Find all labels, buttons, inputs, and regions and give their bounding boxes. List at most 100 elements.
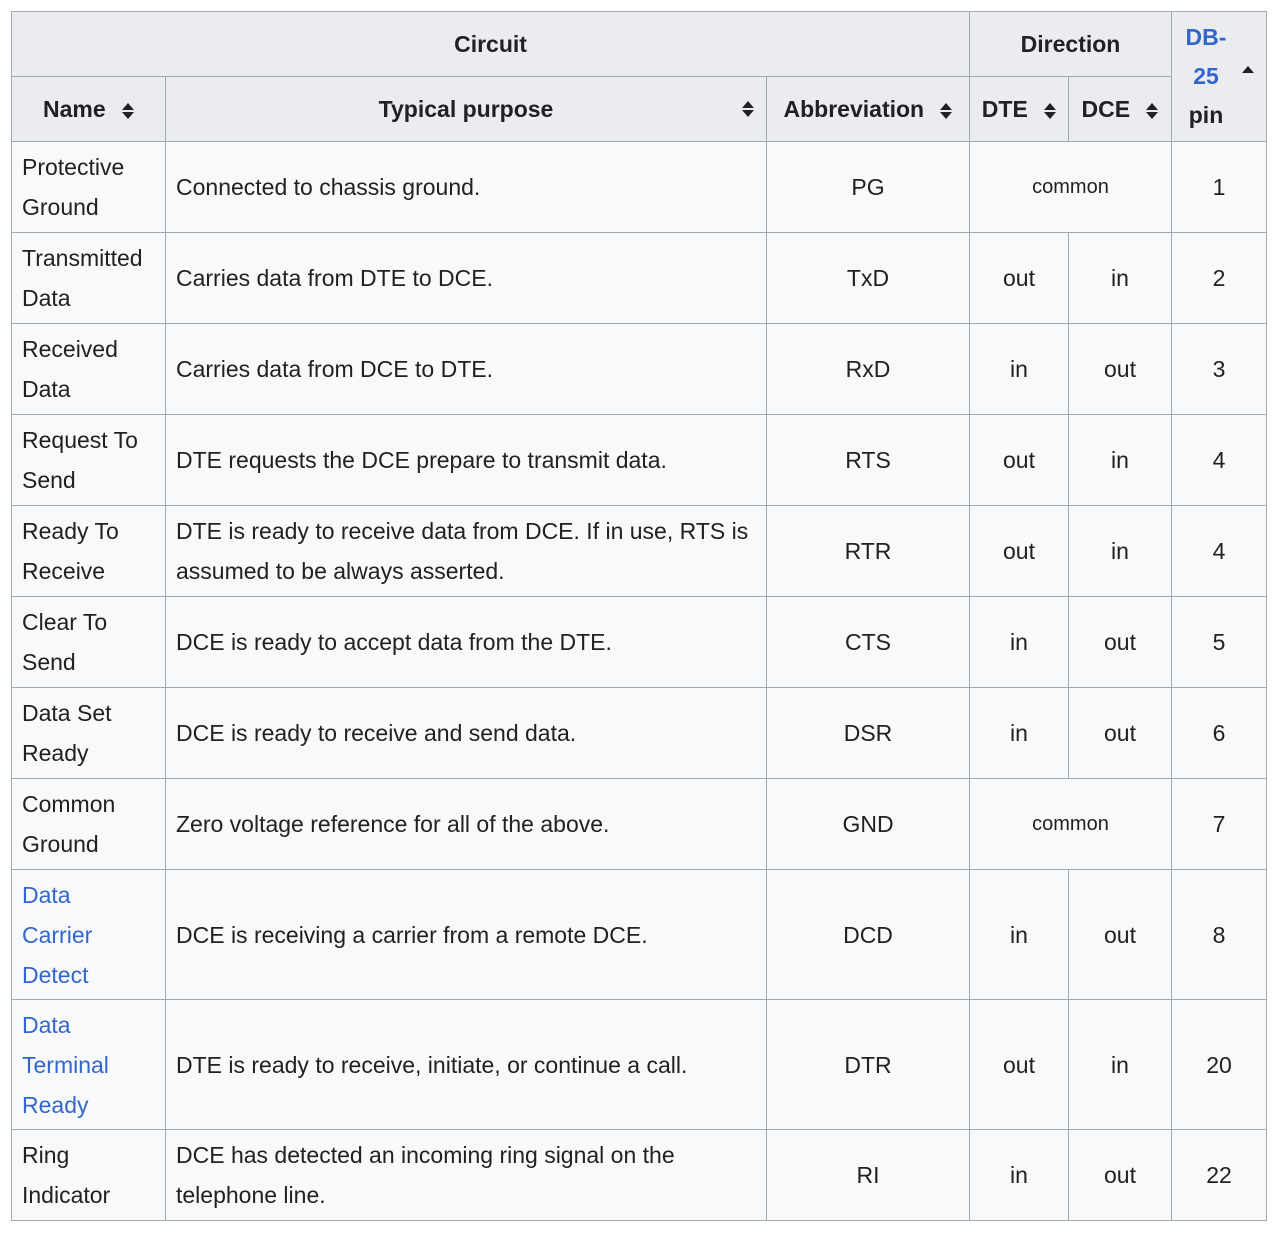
table-row: Data Carrier Detect DCE is receiving a carr… xyxy=(11,869,1267,1000)
dte-direction-cell: in xyxy=(969,323,1069,415)
abbreviation-cell: RTR xyxy=(766,505,970,597)
dce-direction-cell: out xyxy=(1068,596,1172,688)
signal-name-line[interactable]: Detect xyxy=(22,955,155,995)
db25-link-number[interactable]: 25 xyxy=(1193,63,1219,89)
db25-pin-cell: 22 xyxy=(1171,1129,1267,1221)
signal-name: Request To Send xyxy=(22,420,155,500)
signal-name-line: Protective xyxy=(22,154,125,180)
dce-direction-cell: out xyxy=(1068,687,1172,779)
db25-pin-cell: 2 xyxy=(1171,232,1267,324)
purpose-cell: DTE requests the DCE prepare to transmit… xyxy=(165,414,767,506)
signal-name-cell: Data Set Ready xyxy=(11,687,166,779)
purpose-cell: DCE has detected an incoming ring signal… xyxy=(165,1129,767,1221)
name-column-header[interactable]: Name xyxy=(11,76,166,142)
dte-direction-cell: in xyxy=(969,869,1069,1000)
abbreviation-cell: CTS xyxy=(766,596,970,688)
purpose-cell: DTE is ready to receive data from DCE. I… xyxy=(165,505,767,597)
dce-direction-cell: in xyxy=(1068,999,1172,1130)
signal-name-cell[interactable]: Data Terminal Ready xyxy=(11,999,166,1130)
signal-name-line: Ready To xyxy=(22,518,119,544)
dte-direction-cell: out xyxy=(969,505,1069,597)
direction-group-header: Direction xyxy=(969,11,1172,77)
dte-direction-cell: out xyxy=(969,414,1069,506)
sort-both-icon[interactable] xyxy=(1044,102,1057,119)
signal-name: Received Data xyxy=(22,329,155,409)
abbreviation-column-header[interactable]: Abbreviation xyxy=(766,76,970,142)
signal-name-line: Request To xyxy=(22,427,138,453)
signal-name-line: Received xyxy=(22,336,118,362)
table-row: Common Ground Zero voltage reference for a… xyxy=(11,778,1267,870)
column-header-row: Name Typical purpose Abbreviation DTE DC… xyxy=(11,76,1267,142)
signal-name-line: Ring xyxy=(22,1142,70,1168)
db25-link[interactable]: DB- xyxy=(1186,24,1227,50)
sort-both-icon[interactable] xyxy=(122,102,135,119)
purpose-cell: DCE is ready to accept data from the DTE… xyxy=(165,596,767,688)
db25-pin-cell: 3 xyxy=(1171,323,1267,415)
abbreviation-cell: PG xyxy=(766,141,970,233)
abbreviation-cell: RTS xyxy=(766,414,970,506)
signal-name-line: Ready xyxy=(22,740,89,766)
dte-column-header[interactable]: DTE xyxy=(969,76,1069,142)
signal-name-cell: Common Ground xyxy=(11,778,166,870)
signal-name-line: Ground xyxy=(22,831,99,857)
rs232-signals-table: Circuit Direction DB- 25 pin Name Typica… xyxy=(11,11,1267,1221)
dce-column-header[interactable]: DCE xyxy=(1068,76,1172,142)
db25-pin-cell: 1 xyxy=(1171,141,1267,233)
purpose-column-header[interactable]: Typical purpose xyxy=(165,76,767,142)
sort-both-icon[interactable] xyxy=(1146,102,1159,119)
db25-pin-cell: 4 xyxy=(1171,505,1267,597)
signal-name-link[interactable]: Data Terminal Ready xyxy=(22,1005,155,1125)
signal-name-link[interactable]: Data Carrier Detect xyxy=(22,875,155,995)
signal-name-line[interactable]: Terminal xyxy=(22,1045,155,1085)
signal-name: Clear To Send xyxy=(22,602,155,682)
signal-name-line: Receive xyxy=(22,558,106,584)
dte-direction-cell: in xyxy=(969,687,1069,779)
signal-name-line[interactable]: Data xyxy=(22,1005,155,1045)
sort-both-icon[interactable] xyxy=(940,102,953,119)
abbreviation-cell: DSR xyxy=(766,687,970,779)
name-header-label: Name xyxy=(42,96,106,122)
dte-direction-cell: out xyxy=(969,232,1069,324)
purpose-cell: Carries data from DCE to DTE. xyxy=(165,323,767,415)
signal-name-line: Common xyxy=(22,791,116,817)
group-header-row: Circuit Direction DB- 25 pin xyxy=(11,11,1267,142)
sort-ascending-icon[interactable] xyxy=(1242,66,1254,73)
table-row: Transmitted Data Carries data from DTE to … xyxy=(11,232,1267,324)
dte-direction-cell: out xyxy=(969,999,1069,1130)
signal-name-line: Data xyxy=(22,376,71,402)
signal-name: Protective Ground xyxy=(22,147,155,227)
signal-name-cell: Protective Ground xyxy=(11,141,166,233)
signal-name-cell: Clear To Send xyxy=(11,596,166,688)
signal-name: Ring Indicator xyxy=(22,1135,155,1215)
signal-name-line: Data Set xyxy=(22,700,112,726)
db25-pin-cell: 6 xyxy=(1171,687,1267,779)
purpose-cell: DCE is receiving a carrier from a remote… xyxy=(165,869,767,1000)
dce-direction-cell: in xyxy=(1068,505,1172,597)
db25-pin-header[interactable]: DB- 25 pin xyxy=(1171,11,1267,142)
signal-name-line[interactable]: Carrier xyxy=(22,915,155,955)
db25-pin-cell: 7 xyxy=(1171,778,1267,870)
table-row: Data Set Ready DCE is ready to receive and… xyxy=(11,687,1267,779)
signal-name: Common Ground xyxy=(22,784,155,864)
purpose-cell: DCE is ready to receive and send data. xyxy=(165,687,767,779)
signal-name-cell: Request To Send xyxy=(11,414,166,506)
table-row: Data Terminal Ready DTE is ready to receive… xyxy=(11,999,1267,1130)
signal-name-line: Indicator xyxy=(22,1182,111,1208)
signal-name-line: Data xyxy=(22,285,71,311)
signal-name-line[interactable]: Ready xyxy=(22,1085,155,1125)
purpose-cell: Connected to chassis ground. xyxy=(165,141,767,233)
signal-name: Transmitted Data xyxy=(22,238,155,318)
table-row: Clear To Send DCE is ready to accept data … xyxy=(11,596,1267,688)
table-row: Request To Send DTE requests the DCE prepa… xyxy=(11,414,1267,506)
signal-name-cell: Ready To Receive xyxy=(11,505,166,597)
db25-pin-cell: 5 xyxy=(1171,596,1267,688)
purpose-cell: Carries data from DTE to DCE. xyxy=(165,232,767,324)
signal-name-line[interactable]: Data xyxy=(22,875,155,915)
dte-direction-cell: in xyxy=(969,1129,1069,1221)
purpose-cell: DTE is ready to receive, initiate, or co… xyxy=(165,999,767,1130)
signal-name-cell: Ring Indicator xyxy=(11,1129,166,1221)
signal-name-cell[interactable]: Data Carrier Detect xyxy=(11,869,166,1000)
direction-common-cell: common xyxy=(969,778,1172,870)
sort-both-icon[interactable] xyxy=(742,101,754,117)
signal-name: Ready To Receive xyxy=(22,511,155,591)
